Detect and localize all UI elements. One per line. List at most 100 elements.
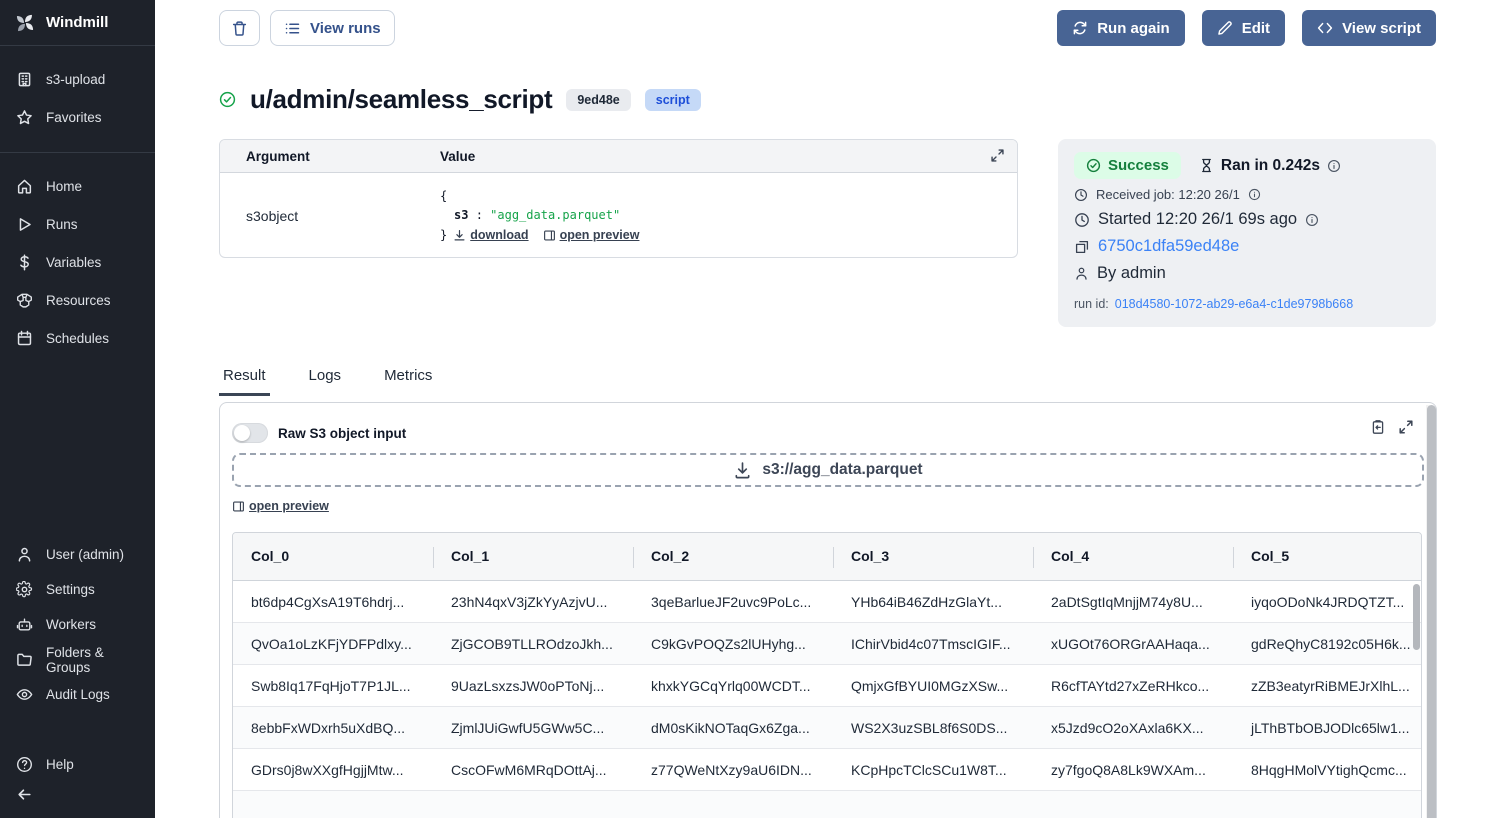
- result-table-body: bt6dp4CgXsA19T6hdrj...23hN4qxV3jZkYyAzjv…: [233, 581, 1422, 818]
- argument-name: s3object: [220, 187, 440, 245]
- sidebar-item-resources[interactable]: Resources: [0, 281, 155, 319]
- column-header: Col_3: [833, 533, 1033, 581]
- sidebar-item-user[interactable]: User (admin): [0, 537, 155, 572]
- run-id-link[interactable]: 018d4580-1072-ab29-e6a4-c1de9798b668: [1115, 297, 1353, 311]
- expand-icon[interactable]: [990, 148, 1005, 163]
- run-id-row: run id: 018d4580-1072-ab29-e6a4-c1de9798…: [1074, 297, 1420, 311]
- sidebar-item-schedules[interactable]: Schedules: [0, 319, 155, 357]
- table-row: QvOa1oLzKFjYDFPdlxy...ZjGCOB9TLLROdzoJkh…: [233, 623, 1422, 665]
- panel-scrollbar-thumb[interactable]: [1427, 405, 1436, 818]
- tab-logs[interactable]: Logs: [305, 363, 346, 396]
- table-cell: iyqoODoNk4JRDQTZT...: [1233, 581, 1422, 623]
- download-link[interactable]: download: [453, 225, 528, 245]
- argument-value-json: { s3 : "agg_data.parquet" }: [440, 187, 639, 245]
- info-icon[interactable]: [1305, 213, 1319, 227]
- raw-s3-toggle-label: Raw S3 object input: [278, 426, 406, 441]
- hash-badge[interactable]: 9ed48e: [566, 89, 630, 111]
- table-row: Swb8Iq17FqHjoT7P1JL...9UazLsxzsJW0oPToNj…: [233, 665, 1422, 707]
- view-runs-button[interactable]: View runs: [270, 10, 395, 46]
- s3-file-download-area[interactable]: s3://agg_data.parquet: [232, 453, 1424, 487]
- column-header: Col_4: [1033, 533, 1233, 581]
- result-table: Col_0Col_1Col_2Col_3Col_4Col_5 bt6dp4CgX…: [233, 533, 1422, 818]
- gear-icon: [16, 581, 33, 598]
- received-job-row: Received job: 12:20 26/1: [1074, 187, 1420, 202]
- sidebar-item-runs[interactable]: Runs: [0, 205, 155, 243]
- sidebar-collapse-button[interactable]: [0, 777, 155, 812]
- tab-metrics[interactable]: Metrics: [380, 363, 436, 396]
- clock-icon: [1074, 212, 1090, 228]
- download-icon: [453, 229, 466, 242]
- sidebar-item-home[interactable]: Home: [0, 167, 155, 205]
- json-string-value: "agg_data.parquet": [490, 208, 620, 222]
- sidebar-item-variables[interactable]: Variables: [0, 243, 155, 281]
- sidebar-item-label: Help: [46, 757, 74, 772]
- run-again-button[interactable]: Run again: [1057, 10, 1185, 46]
- delete-button[interactable]: [219, 10, 260, 46]
- toolbar-right: Run again Edit View script: [1057, 10, 1436, 46]
- table-cell: GDrs0j8wXXgfHgjjMtw...: [233, 749, 433, 791]
- table-cell: R6cfTAYtd27xZeRHkco...: [1033, 665, 1233, 707]
- sidebar-item-workspace[interactable]: s3-upload: [0, 60, 155, 98]
- tab-result[interactable]: Result: [219, 363, 270, 396]
- json-key: s3: [454, 208, 468, 222]
- view-script-label: View script: [1342, 20, 1421, 37]
- sidebar-item-folders-groups[interactable]: Folders & Groups: [0, 642, 155, 677]
- table-row: GDrs0j8wXXgfHgjjMtw...CscOFwM6MRqDOttAj.…: [233, 749, 1422, 791]
- toolbar-left: View runs: [219, 10, 395, 46]
- sidebar-item-label: Settings: [46, 582, 95, 597]
- table-cell: [1233, 791, 1422, 818]
- sidebar-item-audit-logs[interactable]: Audit Logs: [0, 677, 155, 712]
- table-cell: xUGOt76ORGrAAHaqa...: [1033, 623, 1233, 665]
- table-cell: QmjxGfBYUI0MGzXSw...: [833, 665, 1033, 707]
- table-cell: zZB3eatyrRiBMEJrXlhL...: [1233, 665, 1422, 707]
- open-preview-link[interactable]: open preview: [232, 499, 329, 513]
- edit-button[interactable]: Edit: [1202, 10, 1285, 46]
- open-preview-link[interactable]: open preview: [543, 225, 640, 245]
- table-cell: WS2X3uzSBL8f6S0DS...: [833, 707, 1033, 749]
- table-cell: CscOFwM6MRqDOttAj...: [433, 749, 633, 791]
- json-open-brace: {: [440, 189, 447, 203]
- open-preview-label: open preview: [560, 225, 640, 245]
- clipboard-copy-icon[interactable]: [1370, 419, 1386, 435]
- argument-column-header: Argument: [220, 149, 440, 164]
- boxes-icon: [16, 292, 33, 309]
- table-row-empty: [233, 791, 1422, 818]
- brand-label: Windmill: [46, 14, 108, 31]
- table-cell: [233, 791, 433, 818]
- dollar-icon: [16, 254, 33, 271]
- duration-label: Ran in 0.242s: [1221, 157, 1320, 175]
- table-cell: bt6dp4CgXsA19T6hdrj...: [233, 581, 433, 623]
- user-icon: [1074, 266, 1089, 281]
- download-label: download: [470, 225, 528, 245]
- refresh-icon: [1072, 20, 1088, 36]
- column-header: Col_0: [233, 533, 433, 581]
- sidebar-item-settings[interactable]: Settings: [0, 572, 155, 607]
- table-cell: ZjmlJUiGwfU5GWw5C...: [433, 707, 633, 749]
- sidebar-item-workers[interactable]: Workers: [0, 607, 155, 642]
- table-scrollbar-thumb[interactable]: [1413, 584, 1420, 650]
- brand[interactable]: Windmill: [0, 0, 155, 46]
- clock-icon: [1074, 188, 1088, 202]
- sidebar-item-label: Resources: [46, 293, 111, 308]
- info-icon[interactable]: [1327, 159, 1341, 173]
- sidebar: Windmill s3-upload Favorites: [0, 0, 155, 818]
- maximize-icon[interactable]: [1398, 419, 1414, 435]
- table-scrollbar[interactable]: [1413, 582, 1421, 818]
- sidebar-item-label: Audit Logs: [46, 687, 110, 702]
- info-icon[interactable]: [1248, 188, 1261, 201]
- panel-scrollbar[interactable]: [1426, 405, 1436, 818]
- sidebar-item-favorites[interactable]: Favorites: [0, 98, 155, 136]
- check-circle-icon: [1086, 158, 1101, 173]
- worker-job-id-link[interactable]: 6750c1dfa59ed48e: [1098, 237, 1239, 256]
- view-script-button[interactable]: View script: [1302, 10, 1436, 46]
- open-preview-row: open preview: [232, 499, 1436, 518]
- arguments-table: Argument Value s3object { s3 : "agg_data…: [219, 139, 1018, 258]
- table-cell: gdReQhyC8192c05H6k...: [1233, 623, 1422, 665]
- table-cell: jLThBTbOBJODlc65lw1...: [1233, 707, 1422, 749]
- run-id-label: run id:: [1074, 297, 1109, 311]
- user-icon: [16, 546, 33, 563]
- worker-icon: [1074, 239, 1090, 255]
- raw-s3-toggle[interactable]: [232, 423, 268, 443]
- arrow-left-icon: [16, 786, 33, 803]
- script-type-badge: script: [645, 89, 701, 111]
